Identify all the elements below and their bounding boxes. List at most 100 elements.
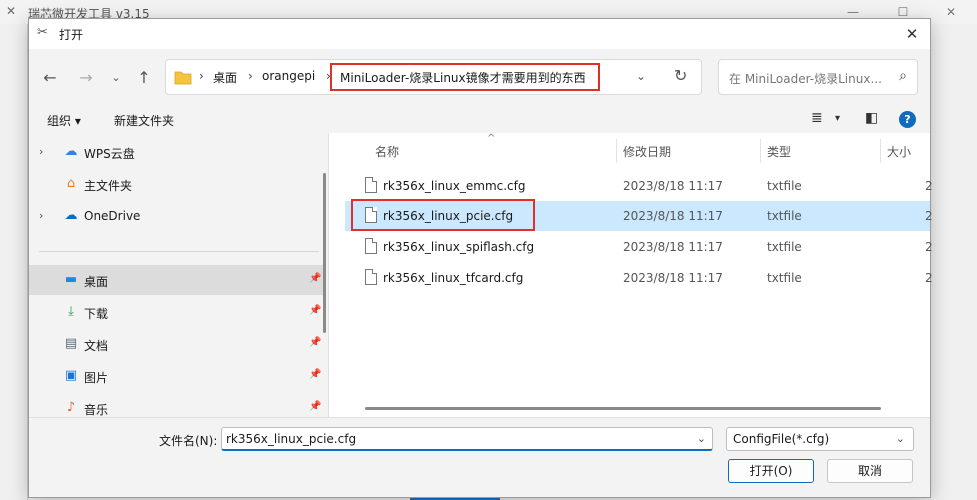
pin-icon[interactable]: 📌 [309, 369, 321, 380]
onedrive-icon: ☁ [64, 208, 78, 223]
chevron-down-icon[interactable]: ⌄ [697, 432, 706, 445]
desktop-icon: ▬ [64, 272, 78, 287]
sidebar-item-label: 桌面 [84, 275, 109, 289]
column-header-name[interactable]: 名称 [375, 143, 399, 160]
pin-icon[interactable]: 📌 [309, 305, 321, 316]
horizontal-scrollbar[interactable] [365, 407, 881, 410]
sidebar-item-label: WPS云盘 [84, 147, 135, 161]
file-list: ^ 名称 修改日期 类型 大小 rk356x_linux_emmc.cfg 20… [345, 133, 933, 417]
filetype-select[interactable]: ConfigFile(*.cfg) ⌄ [726, 427, 914, 451]
sidebar-item-desktop[interactable]: ▬ 桌面 📌 [29, 265, 324, 295]
annotation-highlight-box [330, 63, 600, 91]
sidebar-item-label: 下载 [84, 307, 109, 321]
file-icon [365, 177, 377, 193]
file-type: txtfile [767, 179, 802, 193]
download-icon: ⤓ [68, 304, 74, 319]
sidebar-scrollbar[interactable] [323, 173, 326, 333]
up-arrow-icon[interactable]: ↑ [131, 65, 157, 91]
table-row[interactable]: rk356x_linux_spiflash.cfg 2023/8/18 11:1… [345, 232, 933, 262]
column-separator[interactable] [880, 139, 881, 163]
sidebar-item-wps-cloud[interactable]: › ☁ WPS云盘 [29, 137, 324, 167]
file-type: txtfile [767, 209, 802, 223]
forward-arrow-icon[interactable]: → [73, 65, 99, 91]
recent-locations-icon[interactable]: ⌄ [103, 65, 129, 91]
table-row-selected[interactable]: rk356x_linux_pcie.cfg 2023/8/18 11:17 tx… [345, 199, 933, 231]
tools-icon: ✂ [37, 25, 48, 40]
open-file-dialog: ✂ 打开 ✕ ← → ⌄ ↑ › 桌面 › orangepi › MiniLoa… [28, 18, 933, 498]
pin-icon[interactable]: 📌 [309, 337, 321, 348]
document-icon: ▤ [64, 336, 78, 351]
file-type: txtfile [767, 271, 802, 285]
file-date: 2023/8/18 11:17 [623, 240, 723, 254]
table-row[interactable]: rk356x_linux_tfcard.cfg 2023/8/18 11:17 … [345, 263, 933, 293]
sidebar-item-onedrive[interactable]: › ☁ OneDrive [29, 201, 324, 231]
sidebar-item-documents[interactable]: ▤ 文档 📌 [29, 329, 324, 359]
chevron-right-icon: › [199, 69, 204, 83]
pin-icon[interactable]: 📌 [309, 401, 321, 412]
filename-value[interactable]: rk356x_linux_pcie.cfg [226, 432, 356, 446]
home-icon: ⌂ [66, 176, 76, 191]
address-bar[interactable]: › 桌面 › orangepi › MiniLoader-烧录Linux镜像才需… [165, 59, 702, 95]
folder-icon [174, 71, 192, 85]
chevron-right-icon[interactable]: › [39, 145, 43, 158]
table-row[interactable]: rk356x_linux_emmc.cfg 2023/8/18 11:17 tx… [345, 171, 933, 201]
file-name: rk356x_linux_spiflash.cfg [383, 240, 535, 254]
column-separator[interactable] [616, 139, 617, 163]
tools-icon: ✕ [6, 4, 17, 18]
navigation-bar: ← → ⌄ ↑ › 桌面 › orangepi › MiniLoader-烧录L… [29, 49, 930, 107]
command-toolbar: 组织 ▾ 新建文件夹 ≣ ▾ ◧ ? [29, 107, 930, 133]
file-name: rk356x_linux_emmc.cfg [383, 179, 526, 193]
close-icon[interactable]: ✕ [928, 2, 974, 22]
filename-field[interactable]: rk356x_linux_pcie.cfg ⌄ [221, 427, 713, 451]
chevron-down-icon[interactable]: ⌄ [636, 69, 646, 83]
search-input[interactable]: 在 MiniLoader-烧录Linux... [729, 70, 889, 87]
view-options-icon[interactable]: ≣ [811, 110, 823, 126]
sidebar-item-label: 文档 [84, 339, 109, 353]
music-icon: ♪ [66, 400, 76, 415]
open-button[interactable]: 打开(O) [728, 459, 814, 483]
refresh-icon[interactable]: ↻ [674, 66, 687, 85]
cancel-button[interactable]: 取消 [827, 459, 913, 483]
sort-ascending-icon: ^ [487, 133, 496, 144]
column-header-size[interactable]: 大小 [887, 143, 911, 160]
file-icon [365, 238, 377, 254]
column-header-type[interactable]: 类型 [767, 143, 791, 160]
file-date: 2023/8/18 11:17 [623, 209, 723, 223]
file-icon [365, 269, 377, 285]
file-size: 2 [925, 179, 933, 193]
close-icon[interactable]: ✕ [900, 22, 924, 46]
file-date: 2023/8/18 11:17 [623, 271, 723, 285]
breadcrumb-desktop[interactable]: 桌面 [213, 69, 237, 86]
sidebar-item-downloads[interactable]: ⤓ 下载 📌 [29, 297, 324, 327]
cloud-icon: ☁ [64, 144, 78, 159]
file-size: 2 [925, 209, 933, 223]
filetype-value: ConfigFile(*.cfg) [733, 432, 830, 446]
pin-icon[interactable]: 📌 [309, 273, 321, 284]
sidebar-item-pictures[interactable]: ▣ 图片 📌 [29, 361, 324, 391]
breadcrumb-orangepi[interactable]: orangepi [262, 69, 315, 83]
sidebar-item-label: OneDrive [84, 209, 141, 223]
preview-pane-icon[interactable]: ◧ [865, 110, 878, 126]
sidebar-item-label: 音乐 [84, 403, 109, 417]
chevron-right-icon: › [248, 69, 253, 83]
file-date: 2023/8/18 11:17 [623, 179, 723, 193]
navigation-pane: › ☁ WPS云盘 ⌂ 主文件夹 › ☁ OneDrive ▬ 桌面 📌 ⤓ 下… [29, 133, 329, 417]
help-icon[interactable]: ? [899, 111, 916, 128]
back-arrow-icon[interactable]: ← [37, 65, 63, 91]
sidebar-item-music[interactable]: ♪ 音乐 📌 [29, 393, 324, 417]
chevron-right-icon[interactable]: › [39, 209, 43, 222]
dialog-titlebar: ✂ 打开 ✕ [29, 19, 930, 49]
filename-label: 文件名(N): [159, 434, 218, 448]
sidebar-item-home[interactable]: ⌂ 主文件夹 [29, 169, 324, 199]
search-box[interactable]: 在 MiniLoader-烧录Linux... ⌕ [718, 59, 918, 95]
chevron-down-icon[interactable]: ⌄ [896, 432, 905, 445]
organize-menu-button[interactable]: 组织 ▾ [47, 112, 81, 129]
chevron-down-icon[interactable]: ▾ [835, 113, 840, 124]
sidebar-item-label: 图片 [84, 371, 109, 385]
new-folder-button[interactable]: 新建文件夹 [114, 112, 174, 129]
annotation-highlight-box [351, 199, 535, 231]
column-separator[interactable] [760, 139, 761, 163]
column-header-date[interactable]: 修改日期 [623, 143, 671, 160]
file-type: txtfile [767, 240, 802, 254]
search-icon[interactable]: ⌕ [899, 68, 907, 84]
